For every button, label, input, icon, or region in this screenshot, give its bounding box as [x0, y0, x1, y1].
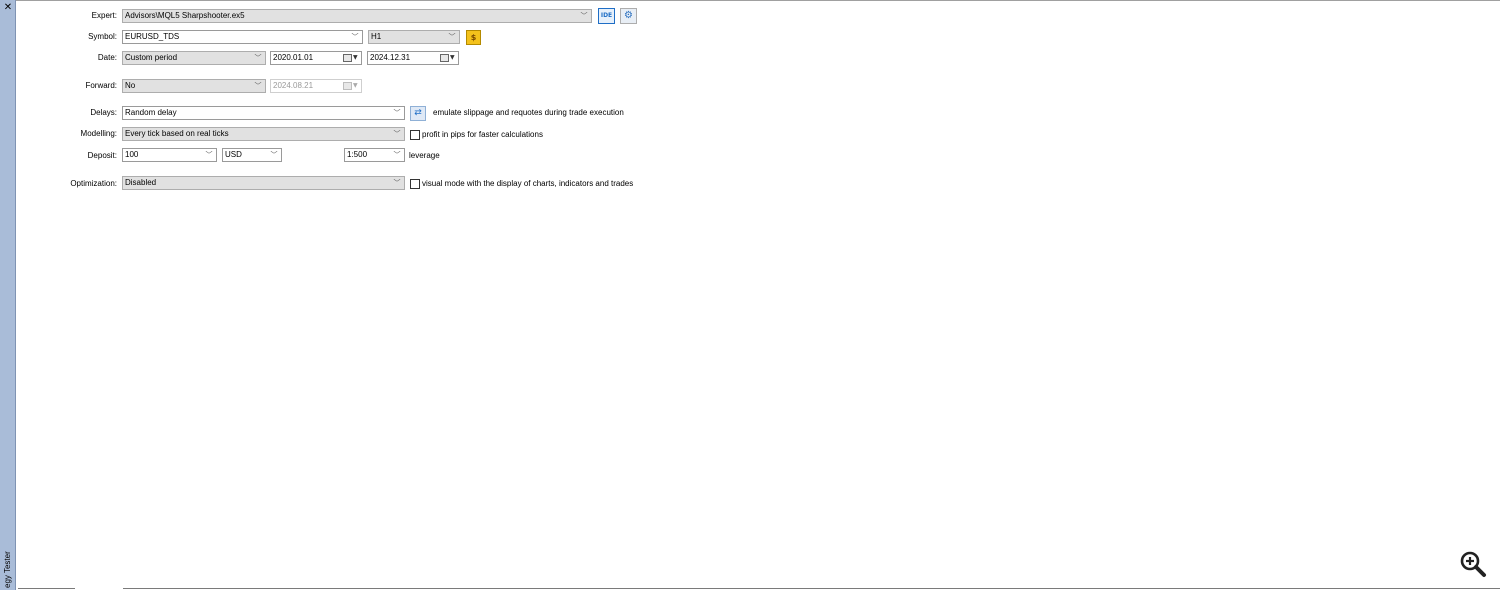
- chevron-down-icon: ﹀: [393, 179, 401, 187]
- deposit-label: Deposit:: [87, 151, 117, 160]
- forward-date-value: 2024.08.21: [273, 81, 314, 90]
- expert-label: Expert:: [91, 11, 117, 20]
- delays-select[interactable]: Random delay ﹀: [122, 106, 405, 120]
- symbol-label: Symbol:: [88, 32, 117, 41]
- calendar-icon[interactable]: [343, 54, 352, 62]
- expert-select[interactable]: Advisors\MQL5 Sharpshooter.ex5 ﹀: [122, 9, 592, 23]
- zoom-in-icon[interactable]: [1458, 549, 1488, 579]
- optimization-select[interactable]: Disabled ﹀: [122, 176, 405, 190]
- chevron-down-icon: ﹀: [393, 151, 401, 159]
- expert-value: Advisors\MQL5 Sharpshooter.ex5: [125, 11, 245, 20]
- symbol-select[interactable]: EURUSD_TDS ﹀: [122, 30, 363, 44]
- calendar-icon: [343, 82, 352, 90]
- modelling-value: Every tick based on real ticks: [125, 129, 229, 138]
- gear-icon: ⚙: [624, 10, 633, 21]
- period-value: Custom period: [125, 53, 178, 62]
- forward-select[interactable]: No ﹀: [122, 79, 266, 93]
- ide-button[interactable]: IDE: [598, 8, 615, 24]
- leverage-select[interactable]: 1:500 ﹀: [344, 148, 405, 162]
- leverage-label: leverage: [409, 151, 440, 160]
- calendar-dropdown-icon[interactable]: ▼: [353, 52, 359, 64]
- symbol-properties-button[interactable]: $: [466, 30, 481, 45]
- date-from-field[interactable]: 2020.01.01 ▼: [270, 51, 362, 65]
- ide-icon: IDE: [600, 12, 613, 19]
- profit-in-pips-checkbox[interactable]: [410, 130, 420, 140]
- symbol-value: EURUSD_TDS: [125, 32, 180, 41]
- calendar-dropdown-icon[interactable]: ▼: [450, 52, 456, 64]
- forward-date-field: 2024.08.21 ▼: [270, 79, 362, 93]
- close-icon[interactable]: ✕: [2, 2, 14, 14]
- timeframe-select[interactable]: H1 ﹀: [368, 30, 460, 44]
- date-label: Date:: [97, 53, 117, 62]
- deposit-value: 100: [125, 150, 139, 159]
- window-title: egy Tester: [3, 551, 12, 588]
- sliders-icon: ⇄: [414, 108, 422, 118]
- deposit-select[interactable]: 100 ﹀: [122, 148, 217, 162]
- chevron-down-icon: ﹀: [270, 151, 278, 159]
- chevron-down-icon: ﹀: [254, 54, 262, 62]
- visual-mode-label: visual mode with the display of charts, …: [422, 179, 634, 188]
- delays-value: Random delay: [125, 108, 177, 117]
- chevron-down-icon: ﹀: [580, 12, 588, 20]
- period-select[interactable]: Custom period ﹀: [122, 51, 266, 65]
- date-to-field[interactable]: 2024.12.31 ▼: [367, 51, 459, 65]
- chevron-down-icon: ﹀: [205, 151, 213, 159]
- chevron-down-icon: ﹀: [393, 109, 401, 117]
- strategy-tester-sidebar: ✕ egy Tester: [0, 0, 16, 590]
- profit-in-pips-label: profit in pips for faster calculations: [422, 130, 543, 139]
- top-border: [0, 0, 1500, 1]
- leverage-value: 1:500: [347, 150, 368, 159]
- modelling-select[interactable]: Every tick based on real ticks ﹀: [122, 127, 405, 141]
- chevron-down-icon: ﹀: [254, 82, 262, 90]
- calendar-icon[interactable]: [440, 54, 449, 62]
- sidebar-title: egy Tester: [1, 528, 15, 588]
- dollar-icon: $: [470, 33, 477, 42]
- optimization-value: Disabled: [125, 178, 157, 187]
- modelling-label: Modelling:: [80, 129, 117, 138]
- delays-label: Delays:: [90, 108, 117, 117]
- date-from-value: 2020.01.01: [273, 53, 314, 62]
- settings-button[interactable]: ⚙: [620, 8, 637, 24]
- currency-value: USD: [225, 150, 242, 159]
- forward-value: No: [125, 81, 136, 90]
- forward-label: Forward:: [85, 81, 117, 90]
- delays-note: emulate slippage and requotes during tra…: [433, 108, 624, 117]
- chevron-down-icon: ﹀: [448, 33, 456, 41]
- visual-mode-checkbox[interactable]: [410, 179, 420, 189]
- delays-settings-button[interactable]: ⇄: [410, 106, 426, 121]
- chevron-down-icon: ﹀: [351, 33, 359, 41]
- optimization-label: Optimization:: [70, 179, 117, 188]
- chevron-down-icon: ﹀: [393, 130, 401, 138]
- date-to-value: 2024.12.31: [370, 53, 411, 62]
- timeframe-value: H1: [371, 32, 382, 41]
- calendar-dropdown-icon: ▼: [353, 82, 358, 89]
- currency-select[interactable]: USD ﹀: [222, 148, 282, 162]
